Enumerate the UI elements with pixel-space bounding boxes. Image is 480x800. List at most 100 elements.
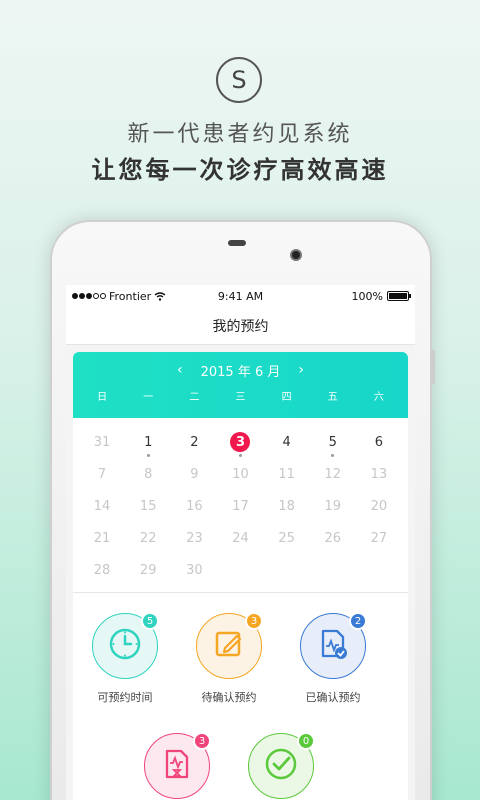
phone-side-button [431, 350, 435, 384]
calendar-day[interactable]: 11 [264, 458, 310, 490]
calendar-day-number: 5 [328, 434, 337, 450]
appointment-dot [146, 454, 150, 457]
calendar-day[interactable]: 22 [125, 522, 171, 554]
action-completed[interactable]: 0 [231, 732, 331, 799]
calendar-day-number: 10 [232, 466, 249, 482]
phone-speaker [228, 240, 246, 246]
calendar-day[interactable]: 1 [125, 426, 171, 458]
calendar-day-number: 12 [324, 466, 342, 482]
calendar-day[interactable]: 12 [310, 458, 356, 490]
action-available-time[interactable]: 5 可预约时间 [75, 612, 175, 705]
calendar-day[interactable]: 7 [79, 458, 125, 490]
weekday-label: 四 [281, 392, 292, 403]
calendar-day[interactable]: 9 [171, 458, 217, 490]
calendar-day-number: 9 [190, 466, 199, 482]
calendar-day-number: 29 [139, 562, 157, 578]
action-label: 可预约时间 [97, 691, 153, 704]
calendar-day-number: 16 [186, 498, 203, 514]
app-logo: S [216, 57, 262, 103]
weekday-label: 六 [373, 392, 384, 403]
calendar-day-number: 4 [282, 434, 291, 450]
calendar-day[interactable]: 15 [125, 490, 171, 522]
calendar-day-number: 1 [144, 434, 153, 450]
calendar: ‹ 2015 年 6 月 › 日一二三四五六 31 1 2 3 4 5 6 7 8 9 10 11 12… [73, 352, 408, 592]
calendar-day[interactable]: 28 [79, 554, 125, 586]
count-badge: 3 [193, 732, 211, 750]
calendar-day-number: 26 [324, 530, 342, 546]
calendar-day-number: 19 [324, 498, 342, 514]
calendar-header: ‹ 2015 年 6 月 › 日 一 二 三 四 五 六 [73, 352, 408, 418]
calendar-day[interactable]: 5 [310, 426, 356, 458]
prev-month-button[interactable]: ‹ [177, 362, 183, 378]
status-bar: Frontier 9:41 AM 100% [66, 285, 415, 307]
calendar-day-number: 21 [93, 530, 111, 546]
action-record[interactable]: 3 [127, 732, 227, 799]
calendar-day-number: 13 [370, 466, 388, 482]
calendar-day-number: 8 [144, 466, 153, 482]
promo-subtitle: 让您每一次诊疗高效高速 [91, 156, 389, 184]
calendar-day[interactable]: 30 [171, 554, 217, 586]
nav-bar: 我的预约 [66, 307, 415, 345]
calendar-day[interactable]: 13 [356, 458, 402, 490]
phone-screen: Frontier 9:41 AM 100% 我的预约 ‹ 2015 年 6 月 … [66, 285, 415, 800]
calendar-day[interactable]: 25 [264, 522, 310, 554]
calendar-day[interactable]: 21 [79, 522, 125, 554]
calendar-day-today[interactable]: 3 [217, 426, 263, 458]
calendar-day-number: 11 [278, 466, 295, 482]
weekday-label: 五 [327, 392, 338, 403]
calendar-day[interactable]: 14 [79, 490, 125, 522]
calendar-day[interactable]: 16 [171, 490, 217, 522]
phone-camera [290, 249, 302, 261]
action-confirmed[interactable]: 2 已确认预约 [283, 612, 383, 705]
calendar-day-number: 20 [370, 498, 388, 514]
calendar-day[interactable]: 29 [125, 554, 171, 586]
calendar-day[interactable]: 10 [217, 458, 263, 490]
calendar-day-number: 23 [186, 530, 203, 546]
calendar-day[interactable]: 23 [171, 522, 217, 554]
medical-record-icon [159, 746, 195, 786]
calendar-day-number: 28 [93, 562, 111, 578]
calendar-day[interactable]: 6 [356, 426, 402, 458]
battery-icon [387, 291, 411, 301]
check-circle-icon [263, 746, 299, 786]
calendar-day-number: 17 [232, 498, 249, 514]
weekday-label: 日 [97, 392, 108, 403]
status-time: 9:41 AM [217, 289, 264, 303]
calendar-day[interactable]: 20 [356, 490, 402, 522]
calendar-day[interactable]: 26 [310, 522, 356, 554]
weekday-label: 二 [189, 392, 200, 403]
calendar-day[interactable]: 2 [171, 426, 217, 458]
calendar-day-number: 25 [278, 530, 295, 546]
page-title: 我的预约 [212, 318, 269, 335]
calendar-day-number: 24 [232, 530, 249, 546]
appointment-actions: 5 可预约时间 3 待确认预约 2 已确认预约 3 0 [73, 593, 408, 800]
action-pending-confirm[interactable]: 3 待确认预约 [179, 612, 279, 705]
document-check-icon [315, 626, 351, 666]
calendar-day[interactable]: 27 [356, 522, 402, 554]
calendar-day-number: 7 [97, 466, 107, 482]
action-label: 待确认预约 [201, 691, 257, 704]
calendar-day[interactable]: 4 [264, 426, 310, 458]
calendar-day[interactable]: 18 [264, 490, 310, 522]
calendar-day[interactable]: 31 [79, 426, 125, 458]
weekday-row: 日一二三四五六 [73, 388, 408, 403]
calendar-day-number: 2 [190, 434, 199, 450]
calendar-day-number: 3 [230, 432, 251, 452]
month-label: 2015 年 6 月 [200, 364, 281, 380]
calendar-day-number: 6 [374, 434, 384, 450]
weekday-label: 三 [235, 392, 246, 403]
count-badge: 0 [297, 732, 315, 750]
next-month-button[interactable]: › [298, 362, 304, 378]
weekday-label: 一 [143, 392, 154, 403]
calendar-day-number: 22 [139, 530, 157, 546]
count-badge: 5 [141, 612, 159, 630]
edit-icon [211, 626, 247, 666]
calendar-day[interactable]: 8 [125, 458, 171, 490]
calendar-day[interactable]: 19 [310, 490, 356, 522]
action-label: 已确认预约 [305, 691, 361, 704]
calendar-day[interactable]: 17 [217, 490, 263, 522]
calendar-day-number: 15 [139, 498, 157, 514]
calendar-day[interactable]: 24 [217, 522, 263, 554]
count-badge: 2 [349, 612, 367, 630]
calendar-days: 31 1 2 3 4 5 6 7 8 9 10 11 12 13 14 15 16 17 18 19 20 21 22 23 2… [73, 418, 408, 592]
